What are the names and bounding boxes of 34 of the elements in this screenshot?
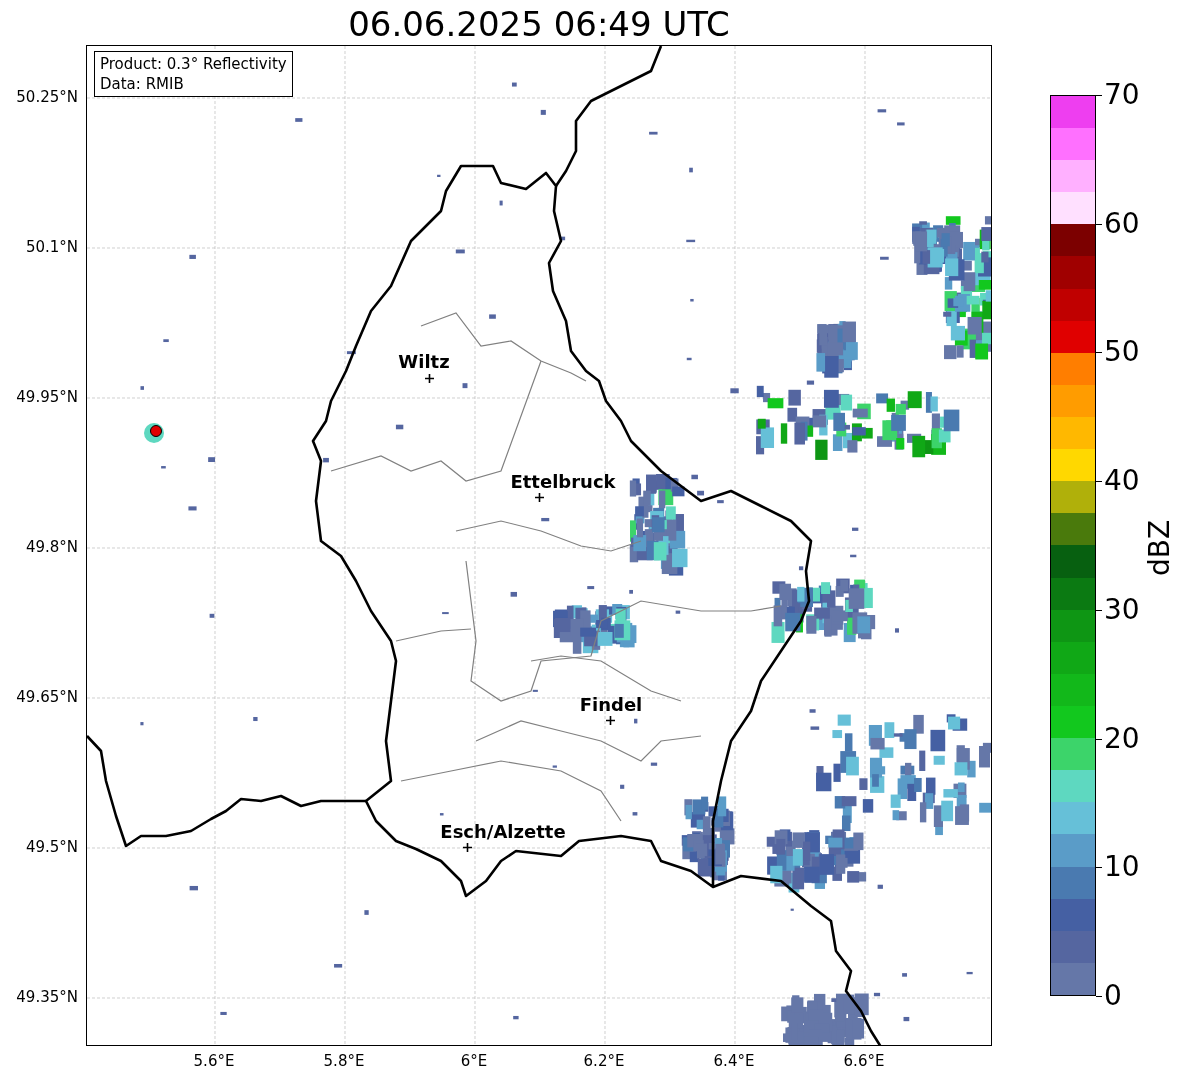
latitude-label: 49.65°N xyxy=(15,688,78,706)
info-text: Product: 0.3° Reflectivity xyxy=(100,54,287,74)
cross-marker-icon xyxy=(462,842,472,852)
city-label: Findel xyxy=(579,694,643,716)
longitude-label: 5.8°E xyxy=(322,1052,366,1070)
colorbar-axis-label: dBZ xyxy=(1144,519,1176,577)
latitude-label: 49.5°N xyxy=(24,838,78,856)
cross-marker-icon xyxy=(534,492,544,502)
longitude-label: 6°E xyxy=(459,1052,489,1070)
latitude-label: 49.95°N xyxy=(15,388,78,406)
longitude-label: 6.2°E xyxy=(582,1052,626,1070)
colorbar-tick-label: 70 xyxy=(1104,79,1140,111)
colorbar-tick-label: 40 xyxy=(1104,465,1140,498)
colorbar-tick-label: 30 xyxy=(1104,593,1140,626)
city-label: Esch/Alzette xyxy=(440,821,566,843)
longitude-label: 6.6°E xyxy=(842,1052,886,1070)
latitude-label: 49.35°N xyxy=(15,988,78,1006)
latitude-label: 50.25°N xyxy=(15,88,78,106)
cross-marker-icon xyxy=(605,715,615,725)
latitude-label: 50.1°N xyxy=(24,238,78,256)
colorbar-tick-label: 50 xyxy=(1104,336,1140,369)
chart-title: 06.06.2025 06:49 UTC xyxy=(347,3,731,46)
longitude-label: 5.6°E xyxy=(192,1052,236,1070)
colorbar-tick-label: 60 xyxy=(1104,207,1140,240)
colorbar-tick-label: 20 xyxy=(1104,722,1140,755)
info-text: Data: RMIB xyxy=(100,74,185,94)
city-label: Wiltz xyxy=(398,351,450,373)
colorbar-tick-label: 10 xyxy=(1104,851,1140,884)
cross-marker-icon xyxy=(424,373,434,383)
colorbar-tick-label: 0 xyxy=(1104,980,1122,1012)
radar-site-icon xyxy=(144,423,164,443)
latitude-label: 49.8°N xyxy=(24,538,78,556)
longitude-label: 6.4°E xyxy=(712,1052,756,1070)
city-label: Ettelbruck xyxy=(510,471,616,493)
